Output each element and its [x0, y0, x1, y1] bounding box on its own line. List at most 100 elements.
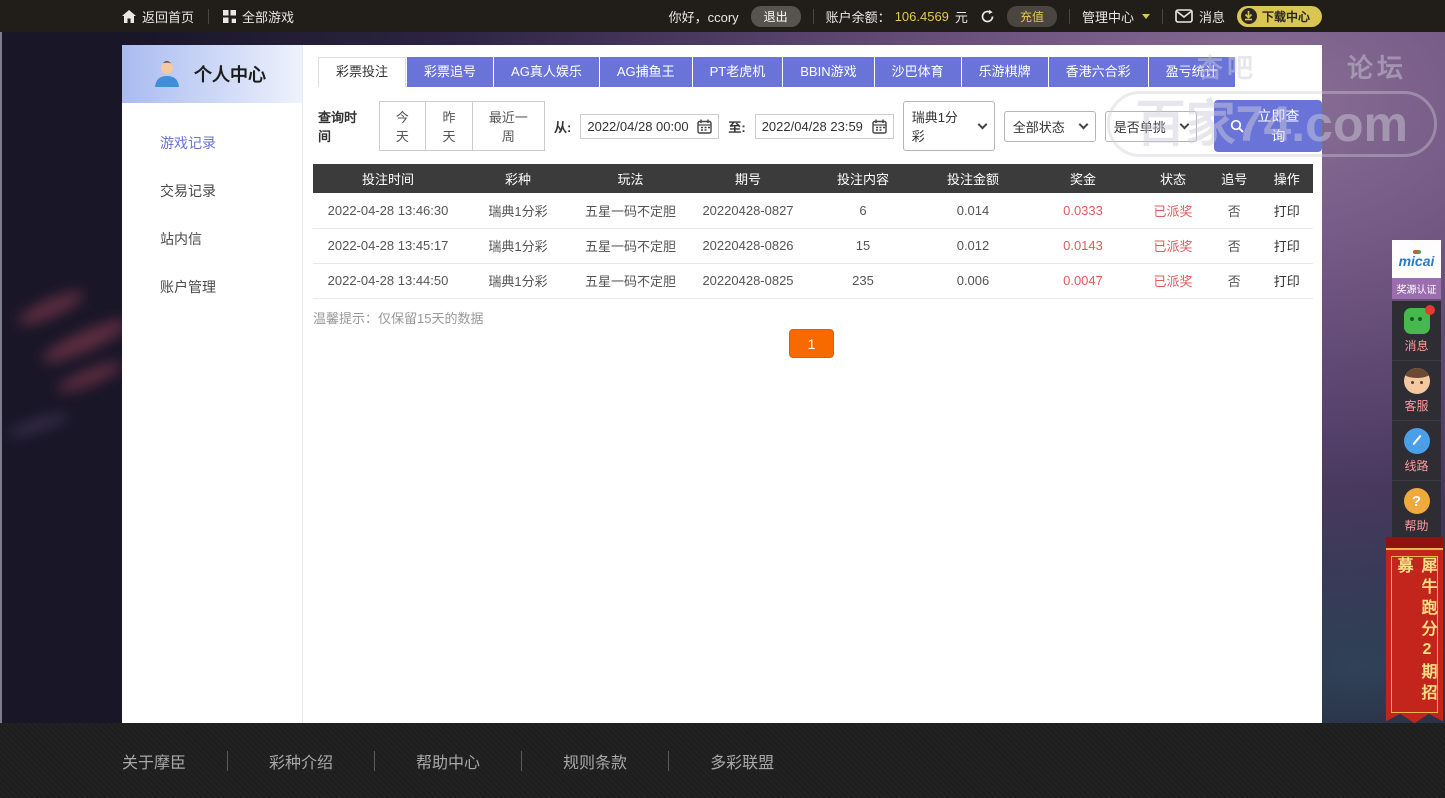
widget-lines[interactable]: 线路	[1392, 421, 1441, 481]
left-edge-line	[0, 32, 2, 723]
col-amount: 投注金额	[918, 164, 1028, 193]
query-now-button[interactable]: 立即查询	[1213, 100, 1322, 152]
table-row: 2022-04-28 13:45:17 瑞典1分彩 五星一码不定胆 202204…	[313, 228, 1313, 264]
prize-source-cert-badge[interactable]: 奖源认证	[1392, 278, 1441, 299]
widget-messages[interactable]: 消息	[1392, 301, 1441, 361]
sidebar: 个人中心 游戏记录 交易记录 站内信 账户管理	[122, 45, 303, 723]
balance-label: 账户余额：	[825, 9, 891, 25]
sidebar-header: 个人中心	[122, 45, 302, 103]
cell-amount: 0.012	[918, 228, 1028, 264]
quick-yesterday-button[interactable]: 昨天	[426, 101, 473, 151]
floating-widget-panel: micai 奖源认证 消息 客服 线路 ? 帮助	[1392, 240, 1441, 586]
tab-lottery-chase[interactable]: 彩票追号	[407, 57, 494, 87]
help-icon: ?	[1403, 488, 1430, 514]
content-area: 彩票投注 彩票追号 AG真人娱乐 AG捕鱼王 PT老虎机 BBIN游戏 沙巴体育…	[303, 45, 1322, 723]
main-panel: 个人中心 游戏记录 交易记录 站内信 账户管理 彩票投注 彩票追号 AG真人娱乐…	[122, 45, 1322, 723]
refresh-icon[interactable]	[980, 9, 995, 24]
divider	[1068, 8, 1070, 24]
download-center-button[interactable]: 下载中心	[1236, 5, 1322, 27]
cell-bet-time: 2022-04-28 13:45:17	[313, 228, 463, 264]
promo-banner[interactable]: 犀牛跑分2期招募	[1386, 537, 1443, 724]
quick-today-button[interactable]: 今天	[378, 101, 427, 151]
quick-last-week-button[interactable]: 最近一周	[472, 101, 546, 151]
logout-button[interactable]: 退出	[750, 5, 801, 27]
cell-chase: 否	[1208, 263, 1261, 299]
all-games-link[interactable]: 全部游戏	[223, 7, 294, 26]
home-icon	[122, 9, 136, 23]
single-pick-select[interactable]: 是否单挑	[1104, 110, 1197, 142]
tab-saba-sports[interactable]: 沙巴体育	[874, 57, 961, 87]
bet-records-table: 投注时间 彩种 玩法 期号 投注内容 投注金额 奖金 状态 追号 操作 2022	[313, 164, 1313, 299]
tab-leyou-chess[interactable]: 乐游棋牌	[961, 57, 1048, 87]
sidebar-item-account-management[interactable]: 账户管理	[122, 275, 302, 323]
table-header-row: 投注时间 彩种 玩法 期号 投注内容 投注金额 奖金 状态 追号 操作	[313, 164, 1313, 193]
tab-pt-slots[interactable]: PT老虎机	[692, 57, 783, 87]
widget-customer-service[interactable]: 客服	[1392, 361, 1441, 421]
col-content: 投注内容	[808, 164, 918, 193]
recharge-button[interactable]: 充值	[1006, 5, 1057, 27]
col-action: 操作	[1260, 164, 1313, 193]
balance-unit: 元	[954, 9, 968, 25]
col-prize: 奖金	[1028, 164, 1138, 193]
tab-hk-mark-six[interactable]: 香港六合彩	[1048, 57, 1148, 87]
divider	[812, 8, 814, 24]
print-link[interactable]: 打印	[1260, 263, 1313, 299]
background-streak	[5, 410, 71, 440]
col-play: 玩法	[573, 164, 688, 193]
record-tabs: 彩票投注 彩票追号 AG真人娱乐 AG捕鱼王 PT老虎机 BBIN游戏 沙巴体育…	[318, 57, 1322, 87]
divider	[1161, 8, 1163, 24]
sidebar-item-transaction-records[interactable]: 交易记录	[122, 179, 302, 227]
tab-bbin-games[interactable]: BBIN游戏	[783, 57, 874, 87]
col-status: 状态	[1138, 164, 1208, 193]
tab-ag-fishing[interactable]: AG捕鱼王	[599, 57, 692, 87]
cell-status: 已派奖	[1138, 228, 1208, 264]
avatar	[152, 59, 182, 89]
to-date-value: 2022/04/28 23:59	[761, 118, 863, 134]
page-button-1[interactable]: 1	[789, 329, 834, 358]
lottery-type-select[interactable]: 瑞典1分彩	[902, 101, 995, 151]
col-lottery: 彩种	[463, 164, 573, 193]
single-pick-value: 是否单挑	[1113, 119, 1166, 135]
tab-lottery-bets[interactable]: 彩票投注	[318, 57, 407, 87]
envelope-icon	[1175, 9, 1193, 23]
calendar-icon[interactable]	[872, 119, 887, 134]
cell-status: 已派奖	[1138, 263, 1208, 299]
balance-value: 106.4569	[894, 8, 949, 24]
footer-link-help-center[interactable]: 帮助中心	[375, 749, 521, 773]
calendar-icon[interactable]	[697, 119, 713, 134]
widget-help-label: 帮助	[1404, 519, 1429, 533]
print-link[interactable]: 打印	[1260, 193, 1313, 229]
micai-logo[interactable]: micai	[1392, 240, 1441, 278]
footer-link-rules[interactable]: 规则条款	[522, 749, 668, 773]
widget-messages-label: 消息	[1404, 339, 1429, 353]
cell-lottery: 瑞典1分彩	[463, 193, 573, 229]
print-link[interactable]: 打印	[1260, 228, 1313, 264]
status-select[interactable]: 全部状态	[1003, 110, 1096, 142]
admin-center-menu[interactable]: 管理中心	[1082, 7, 1150, 26]
query-now-label: 立即查询	[1257, 108, 1300, 144]
footer-link-lottery-intro[interactable]: 彩种介绍	[228, 749, 374, 773]
cell-prize: 0.0047	[1028, 263, 1138, 299]
download-center-label: 下载中心	[1261, 9, 1310, 24]
from-label: 从:	[554, 119, 572, 135]
messages-label: 消息	[1198, 9, 1225, 25]
cell-status: 已派奖	[1138, 193, 1208, 229]
tab-ag-live[interactable]: AG真人娱乐	[494, 57, 599, 87]
background-streak	[14, 286, 88, 330]
chevron-down-icon	[1179, 119, 1190, 130]
footer-link-alliance[interactable]: 多彩联盟	[669, 749, 815, 773]
messages-link[interactable]: 消息	[1175, 7, 1225, 26]
sidebar-item-game-records[interactable]: 游戏记录	[122, 131, 302, 179]
cell-content: 15	[808, 228, 918, 264]
footer-link-about[interactable]: 关于摩臣	[122, 749, 227, 773]
to-date-input[interactable]: 2022/04/28 23:59	[754, 113, 894, 139]
from-date-input[interactable]: 2022/04/28 00:00	[580, 113, 720, 139]
sidebar-title: 个人中心	[194, 65, 266, 85]
logo-word: micai	[1398, 253, 1435, 269]
home-link[interactable]: 返回首页	[122, 7, 194, 26]
banner-text: 犀牛跑分2期招募	[1394, 557, 1436, 705]
col-chase: 追号	[1208, 164, 1261, 193]
tab-profit-stats[interactable]: 盈亏统计	[1148, 57, 1235, 87]
widget-help[interactable]: ? 帮助	[1392, 481, 1441, 540]
sidebar-item-site-mail[interactable]: 站内信	[122, 227, 302, 275]
